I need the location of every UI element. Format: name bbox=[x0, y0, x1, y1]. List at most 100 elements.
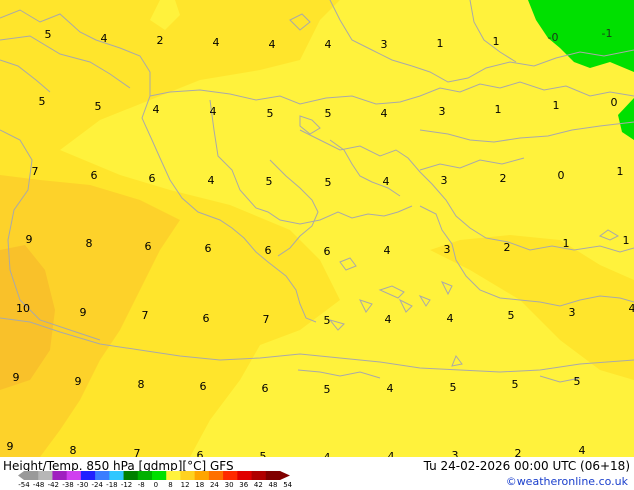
value-label: 3 bbox=[452, 449, 459, 457]
color-scale-segment bbox=[123, 471, 139, 480]
color-scale-tick: 36 bbox=[239, 481, 249, 489]
color-scale-tick: -54 bbox=[18, 481, 30, 489]
value-label: 5 bbox=[45, 28, 52, 41]
color-scale-segment bbox=[95, 471, 110, 480]
color-scale-tick: 42 bbox=[253, 481, 263, 489]
value-label: 0 bbox=[558, 169, 565, 182]
color-scale-segment bbox=[237, 471, 252, 480]
color-scale-segment bbox=[265, 471, 281, 480]
value-label: 5 bbox=[324, 314, 331, 327]
temperature-field: 5 4 2 4 4 4 3 1 1 -0 -15 5 4 4 5 5 4 3 1 1 07 6 6 4 5 5 4 3 2 0 19 8 6 6 6… bbox=[0, 0, 634, 457]
value-label: 6 bbox=[324, 245, 331, 258]
value-label: 8 bbox=[138, 378, 145, 391]
value-label: 1 bbox=[493, 35, 500, 48]
value-label: 0 bbox=[611, 96, 618, 109]
color-scale-tick: -8 bbox=[137, 481, 145, 489]
value-label: 9 bbox=[13, 371, 20, 384]
value-label: 3 bbox=[439, 105, 446, 118]
color-scale-arrow-right bbox=[280, 471, 290, 480]
color-scale-segment bbox=[194, 471, 210, 480]
value-label: 4 bbox=[383, 175, 390, 188]
color-scale-tick: -38 bbox=[62, 481, 74, 489]
value-label: 5 bbox=[267, 107, 274, 120]
value-label: 1 bbox=[617, 165, 624, 178]
value-label: 6 bbox=[91, 169, 98, 182]
color-scale-segment bbox=[180, 471, 196, 480]
value-label: 6 bbox=[145, 240, 152, 253]
valid-time: Tu 24-02-2026 00:00 UTC (06+18) bbox=[423, 459, 630, 473]
value-label: 5 bbox=[39, 95, 46, 108]
value-label: 4 bbox=[210, 105, 217, 118]
color-scale-tick: -42 bbox=[47, 481, 60, 489]
value-label: 2 bbox=[504, 241, 511, 254]
value-label: 7 bbox=[134, 447, 141, 457]
value-label: 2 bbox=[515, 447, 522, 457]
value-label: 4 bbox=[388, 450, 395, 457]
color-scale-segment bbox=[66, 471, 82, 480]
value-label: 6 bbox=[149, 172, 156, 185]
value-label: 5 bbox=[574, 375, 581, 388]
value-label: 4 bbox=[325, 38, 332, 51]
credit-link[interactable]: ©weatheronline.co.uk bbox=[506, 475, 628, 488]
value-label: 5 bbox=[325, 107, 332, 120]
value-label: 4 bbox=[385, 313, 392, 326]
value-label: 4 bbox=[153, 103, 160, 116]
value-label: 3 bbox=[441, 174, 448, 187]
value-label: 4 bbox=[208, 174, 215, 187]
value-label: 4 bbox=[447, 312, 454, 325]
color-scale-tick: 30 bbox=[224, 481, 234, 489]
value-label: 7 bbox=[32, 165, 39, 178]
color-scale-tick: 48 bbox=[268, 481, 278, 489]
value-label: 1 bbox=[437, 37, 444, 50]
color-scale-ticks: -54 -48 -42 -38 -30 -24 -18 -12 -8 0 8 12 18 24 30 36 42… bbox=[14, 481, 304, 490]
field-pale-blob bbox=[302, 56, 318, 80]
value-label: 6 bbox=[203, 312, 210, 325]
color-scale-tick: 18 bbox=[195, 481, 205, 489]
color-scale-segment bbox=[208, 471, 224, 480]
value-label: 4 bbox=[384, 244, 391, 257]
color-scale-tick: -18 bbox=[106, 481, 118, 489]
value-label: 9 bbox=[75, 375, 82, 388]
value-label: 5 bbox=[512, 378, 519, 391]
value-label: 5 bbox=[266, 175, 273, 188]
value-label: -1 bbox=[602, 27, 613, 40]
value-label: 4 bbox=[579, 444, 586, 457]
value-label: 5 bbox=[95, 100, 102, 113]
color-scale-segment bbox=[223, 471, 238, 480]
value-label: 6 bbox=[205, 242, 212, 255]
value-label: 5 bbox=[508, 309, 515, 322]
value-label: 5 bbox=[260, 450, 267, 457]
value-label: 1 bbox=[495, 103, 502, 116]
color-scale-segment bbox=[80, 471, 96, 480]
value-label: 4 bbox=[101, 32, 108, 45]
color-scale-segment bbox=[166, 471, 181, 480]
value-label: 7 bbox=[142, 309, 149, 322]
color-scale-segment bbox=[38, 471, 53, 480]
value-label: 6 bbox=[200, 380, 207, 393]
value-label: 4 bbox=[269, 38, 276, 51]
color-scale-segment bbox=[52, 471, 68, 480]
color-scale-tick: -30 bbox=[76, 481, 89, 489]
value-label: 9 bbox=[80, 306, 87, 319]
value-label: 2 bbox=[500, 172, 507, 185]
value-label: 6 bbox=[265, 244, 272, 257]
value-label: -0 bbox=[548, 31, 559, 44]
weather-map: 5 4 2 4 4 4 3 1 1 -0 -1 5 5 4 4 5 5 4 3 1 1 0 7 6 6 4 5 5 4 3 2 0 1 9 8 6 6 6… bbox=[0, 0, 634, 457]
color-scale-bar bbox=[18, 471, 290, 480]
color-scale-arrow-left bbox=[18, 471, 24, 480]
value-label: 5 bbox=[325, 176, 332, 189]
value-label: 5 bbox=[450, 381, 457, 394]
value-label: 7 bbox=[263, 313, 270, 326]
value-label: 1 bbox=[563, 237, 570, 250]
value-label: 10 bbox=[16, 302, 30, 315]
value-label: 2 bbox=[157, 34, 164, 47]
value-label: 3 bbox=[381, 38, 388, 51]
value-label: 4 bbox=[387, 382, 394, 395]
value-label: 4 bbox=[629, 302, 634, 315]
color-scale-tick: -12 bbox=[120, 481, 133, 489]
color-scale-segment bbox=[137, 471, 153, 480]
value-label: 1 bbox=[623, 234, 630, 247]
value-label: 8 bbox=[70, 444, 77, 457]
value-label: 4 bbox=[381, 107, 388, 120]
color-scale-tick: 24 bbox=[209, 481, 219, 489]
